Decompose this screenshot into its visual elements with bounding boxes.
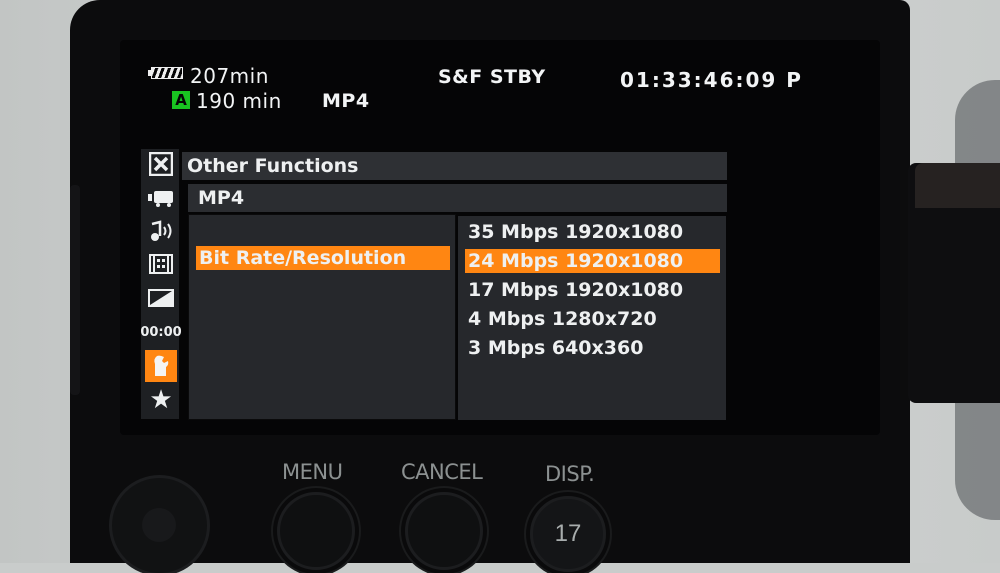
option-3mbps[interactable]: 3 Mbps 640x360 — [465, 336, 720, 360]
disp-number: 17 — [554, 520, 582, 547]
settings-panel — [188, 214, 456, 420]
media-slot-badge: A — [172, 91, 190, 109]
audio-icon[interactable] — [145, 217, 177, 245]
lcd-setup-icon[interactable] — [145, 284, 177, 312]
menu-title: Other Functions — [182, 152, 727, 180]
timecode-icon[interactable]: 00:00 — [140, 318, 181, 346]
camera-edge — [70, 185, 80, 395]
cancel-label: CANCEL — [401, 460, 483, 484]
joystick[interactable] — [112, 478, 207, 573]
cancel-button[interactable] — [405, 492, 483, 570]
close-icon[interactable] — [145, 150, 177, 178]
battery-remaining: 207min — [190, 64, 269, 88]
battery-full-icon — [148, 67, 186, 81]
star-icon[interactable]: ★ — [145, 385, 177, 415]
menu-label: MENU — [282, 460, 343, 484]
video-setup-icon[interactable] — [145, 250, 177, 278]
option-24mbps[interactable]: 24 Mbps 1920x1080 — [465, 249, 720, 273]
recording-format: MP4 — [322, 90, 370, 112]
wrench-icon[interactable] — [145, 350, 177, 382]
option-35mbps[interactable]: 35 Mbps 1920x1080 — [465, 220, 720, 244]
recording-status: S&F STBY — [438, 66, 546, 88]
media-remaining: 190 min — [196, 89, 282, 113]
menu-button[interactable] — [277, 492, 355, 570]
disp-label: DISP. — [545, 462, 595, 486]
camera-icon[interactable] — [145, 184, 177, 212]
timecode: 01:33:46:09 P — [620, 68, 803, 92]
submenu-title: MP4 — [188, 184, 727, 212]
setting-bit-rate-resolution[interactable]: Bit Rate/Resolution — [196, 246, 450, 270]
option-17mbps[interactable]: 17 Mbps 1920x1080 — [465, 278, 720, 302]
option-4mbps[interactable]: 4 Mbps 1280x720 — [465, 307, 720, 331]
lcd-hinge-top — [915, 163, 1000, 208]
disp-button[interactable]: 17 — [530, 496, 606, 572]
